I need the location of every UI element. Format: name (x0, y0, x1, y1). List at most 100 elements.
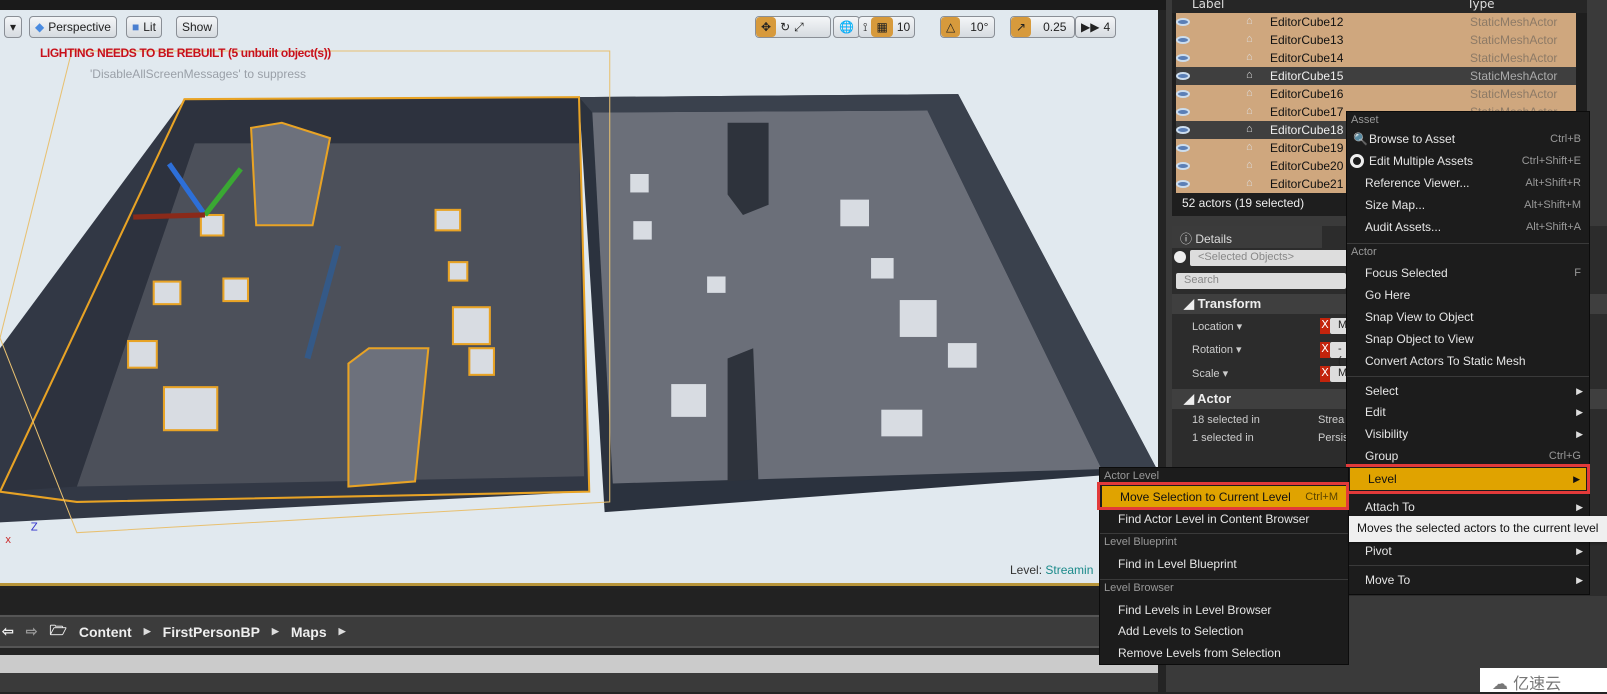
eye-icon[interactable] (1176, 90, 1190, 98)
scale-dropdown[interactable]: Scale ▾ (1192, 367, 1228, 380)
title-bar (0, 0, 1166, 10)
camera-speed-button[interactable]: ▶▶ 4 (1075, 16, 1117, 38)
camera-speed-icon: ▶▶ (1081, 20, 1100, 34)
translate-icon[interactable]: ✥ (756, 17, 777, 37)
grid-snap-button[interactable]: ⟟ ▦ 10 (858, 16, 916, 38)
menu-audit-assets[interactable]: Audit Assets... Alt+Shift+A (1347, 217, 1589, 237)
menu-size-map[interactable]: Size Map... Alt+Shift+M (1347, 195, 1589, 215)
menu-browse-to-asset[interactable]: 🔍 Browse to Asset Ctrl+B (1347, 129, 1589, 149)
lit-label: Lit (143, 20, 156, 34)
outliner-row[interactable]: ⌂ EditorCube16 StaticMeshActor (1176, 85, 1576, 103)
world-local-button[interactable]: 🌐 (833, 16, 860, 38)
outliner-row[interactable]: ⌂ EditorCube14 StaticMeshActor (1176, 49, 1576, 67)
eye-icon[interactable] (1176, 126, 1190, 134)
menu-label: Find Actor Level in Content Browser (1118, 512, 1310, 526)
rotate-icon[interactable]: ↻ (780, 20, 790, 34)
globe-icon: 🌐 (839, 20, 854, 34)
rotation-dropdown[interactable]: Rotation ▾ (1192, 343, 1242, 356)
scale-snap-button[interactable]: ↗ 0.25 (1010, 16, 1076, 38)
menu-label: Snap View to Object (1365, 310, 1474, 324)
eye-icon[interactable] (1176, 144, 1190, 152)
eye-icon[interactable] (1176, 108, 1190, 116)
static-mesh-icon: ⌂ (1246, 159, 1253, 171)
shortcut: Ctrl+Shift+E (1521, 155, 1581, 167)
menu-edit-multiple-assets[interactable]: Edit Multiple Assets Ctrl+Shift+E (1347, 151, 1589, 171)
breadcrumb-arrow-icon[interactable]: ▶ (339, 626, 346, 637)
circle-icon (1350, 154, 1364, 168)
actor-label: EditorCube15 (1270, 69, 1344, 83)
breadcrumb-firstpersonbp[interactable]: FirstPersonBP (163, 624, 260, 640)
menu-edit[interactable]: Edit ▶ (1347, 402, 1589, 422)
column-type[interactable]: Type (1467, 0, 1495, 11)
menu-label: Edit Multiple Assets (1369, 154, 1474, 168)
eye-icon[interactable] (1176, 72, 1190, 80)
static-mesh-icon: ⌂ (1246, 15, 1253, 27)
submenu-arrow-icon: ▶ (1576, 385, 1583, 396)
selected-objects-field[interactable]: <Selected Objects> (1190, 250, 1350, 266)
menu-visibility[interactable]: Visibility ▶ (1347, 424, 1589, 444)
menu-snap-view-to-object[interactable]: Snap View to Object (1347, 307, 1589, 327)
menu-find-actor-level[interactable]: Find Actor Level in Content Browser (1100, 509, 1348, 529)
eye-icon[interactable] (1176, 18, 1190, 26)
location-dropdown[interactable]: Location ▾ (1192, 320, 1242, 333)
scale-icon[interactable]: ⤢ (794, 20, 804, 35)
back-arrow-icon[interactable]: ⇦ (2, 623, 14, 640)
shortcut: Alt+Shift+A (1525, 221, 1581, 233)
menu-label: Move To (1365, 573, 1411, 587)
details-search-input[interactable]: Search (1176, 273, 1346, 289)
asset-search-input[interactable] (0, 655, 1158, 673)
lit-button[interactable]: ■ Lit (126, 16, 162, 38)
menu-remove-levels[interactable]: Remove Levels from Selection (1100, 643, 1348, 663)
menu-convert-to-static-mesh[interactable]: Convert Actors To Static Mesh (1347, 351, 1589, 371)
menu-label: Select (1365, 384, 1399, 398)
outliner-row[interactable]: ⌂ EditorCube15 StaticMeshActor (1176, 67, 1576, 85)
actor-label: EditorCube12 (1270, 15, 1344, 29)
menu-reference-viewer[interactable]: Reference Viewer... Alt+Shift+R (1347, 173, 1589, 193)
static-mesh-icon: ⌂ (1246, 177, 1253, 189)
column-label[interactable]: Label (1192, 0, 1224, 11)
actor-label: EditorCube14 (1270, 51, 1344, 65)
menu-snap-object-to-view[interactable]: Snap Object to View (1347, 329, 1589, 349)
menu-focus-selected[interactable]: Focus Selected F (1347, 263, 1589, 283)
eye-icon[interactable] (1176, 180, 1190, 188)
menu-group[interactable]: Group Ctrl+G (1347, 446, 1589, 466)
surface-snap-icon: ⟟ (863, 19, 868, 34)
menu-select[interactable]: Select ▶ (1347, 381, 1589, 401)
show-button[interactable]: Show (176, 16, 219, 38)
submenu-arrow-icon: ▶ (1576, 406, 1583, 417)
menu-add-levels[interactable]: Add Levels to Selection (1100, 621, 1348, 641)
level-viewport[interactable]: x Z ▾ ◆ Perspective ■ Lit Show ✥ ↻ ⤢ 🌐 ⟟ ▦ 10 … (0, 10, 1158, 586)
menu-go-here[interactable]: Go Here (1347, 285, 1589, 305)
shortcut: Alt+Shift+R (1525, 177, 1581, 189)
viewport-menu-button[interactable]: ▾ (4, 16, 22, 38)
shortcut: Ctrl+G (1548, 450, 1581, 462)
transform-tools[interactable]: ✥ ↻ ⤢ (755, 16, 831, 38)
scale-snap-icon: ↗ (1011, 17, 1032, 37)
outliner-row[interactable]: ⌂ EditorCube13 StaticMeshActor (1176, 31, 1576, 49)
menu-label: Add Levels to Selection (1118, 624, 1244, 638)
content-browser-breadcrumb: ⇦ ⇨ 🗁 Content ▶ FirstPersonBP ▶ Maps ▶ (0, 615, 1158, 648)
menu-pivot[interactable]: Pivot ▶ (1347, 541, 1589, 561)
perspective-button[interactable]: ◆ Perspective (29, 16, 117, 38)
menu-find-levels[interactable]: Find Levels in Level Browser (1100, 600, 1348, 620)
eye-icon[interactable] (1176, 36, 1190, 44)
menu-find-in-level-blueprint[interactable]: Find in Level Blueprint (1100, 554, 1348, 574)
eye-icon[interactable] (1176, 54, 1190, 62)
outliner-row[interactable]: ⌂ EditorCube12 StaticMeshActor (1176, 13, 1576, 31)
rotation-x-label: X (1320, 342, 1330, 358)
selected-in-value: Strea (1318, 414, 1345, 426)
breadcrumb-maps[interactable]: Maps (291, 624, 327, 640)
breadcrumb-arrow-icon[interactable]: ▶ (144, 626, 151, 637)
forward-arrow-icon[interactable]: ⇨ (26, 623, 38, 640)
outliner-header: Label Type (1172, 0, 1587, 13)
menu-move-to[interactable]: Move To ▶ (1347, 570, 1589, 590)
breadcrumb-content[interactable]: Content (79, 624, 132, 640)
menu-attach-to[interactable]: Attach To ▶ (1347, 497, 1589, 517)
breadcrumb-arrow-icon[interactable]: ▶ (272, 626, 279, 637)
static-mesh-icon: ⌂ (1246, 141, 1253, 153)
rotation-snap-button[interactable]: △ 10° (940, 16, 996, 38)
level-label: Level: (1010, 563, 1043, 577)
eye-icon[interactable] (1176, 162, 1190, 170)
details-tab[interactable]: ⓘ Details (1172, 226, 1322, 248)
menu-label: Size Map... (1365, 198, 1426, 212)
